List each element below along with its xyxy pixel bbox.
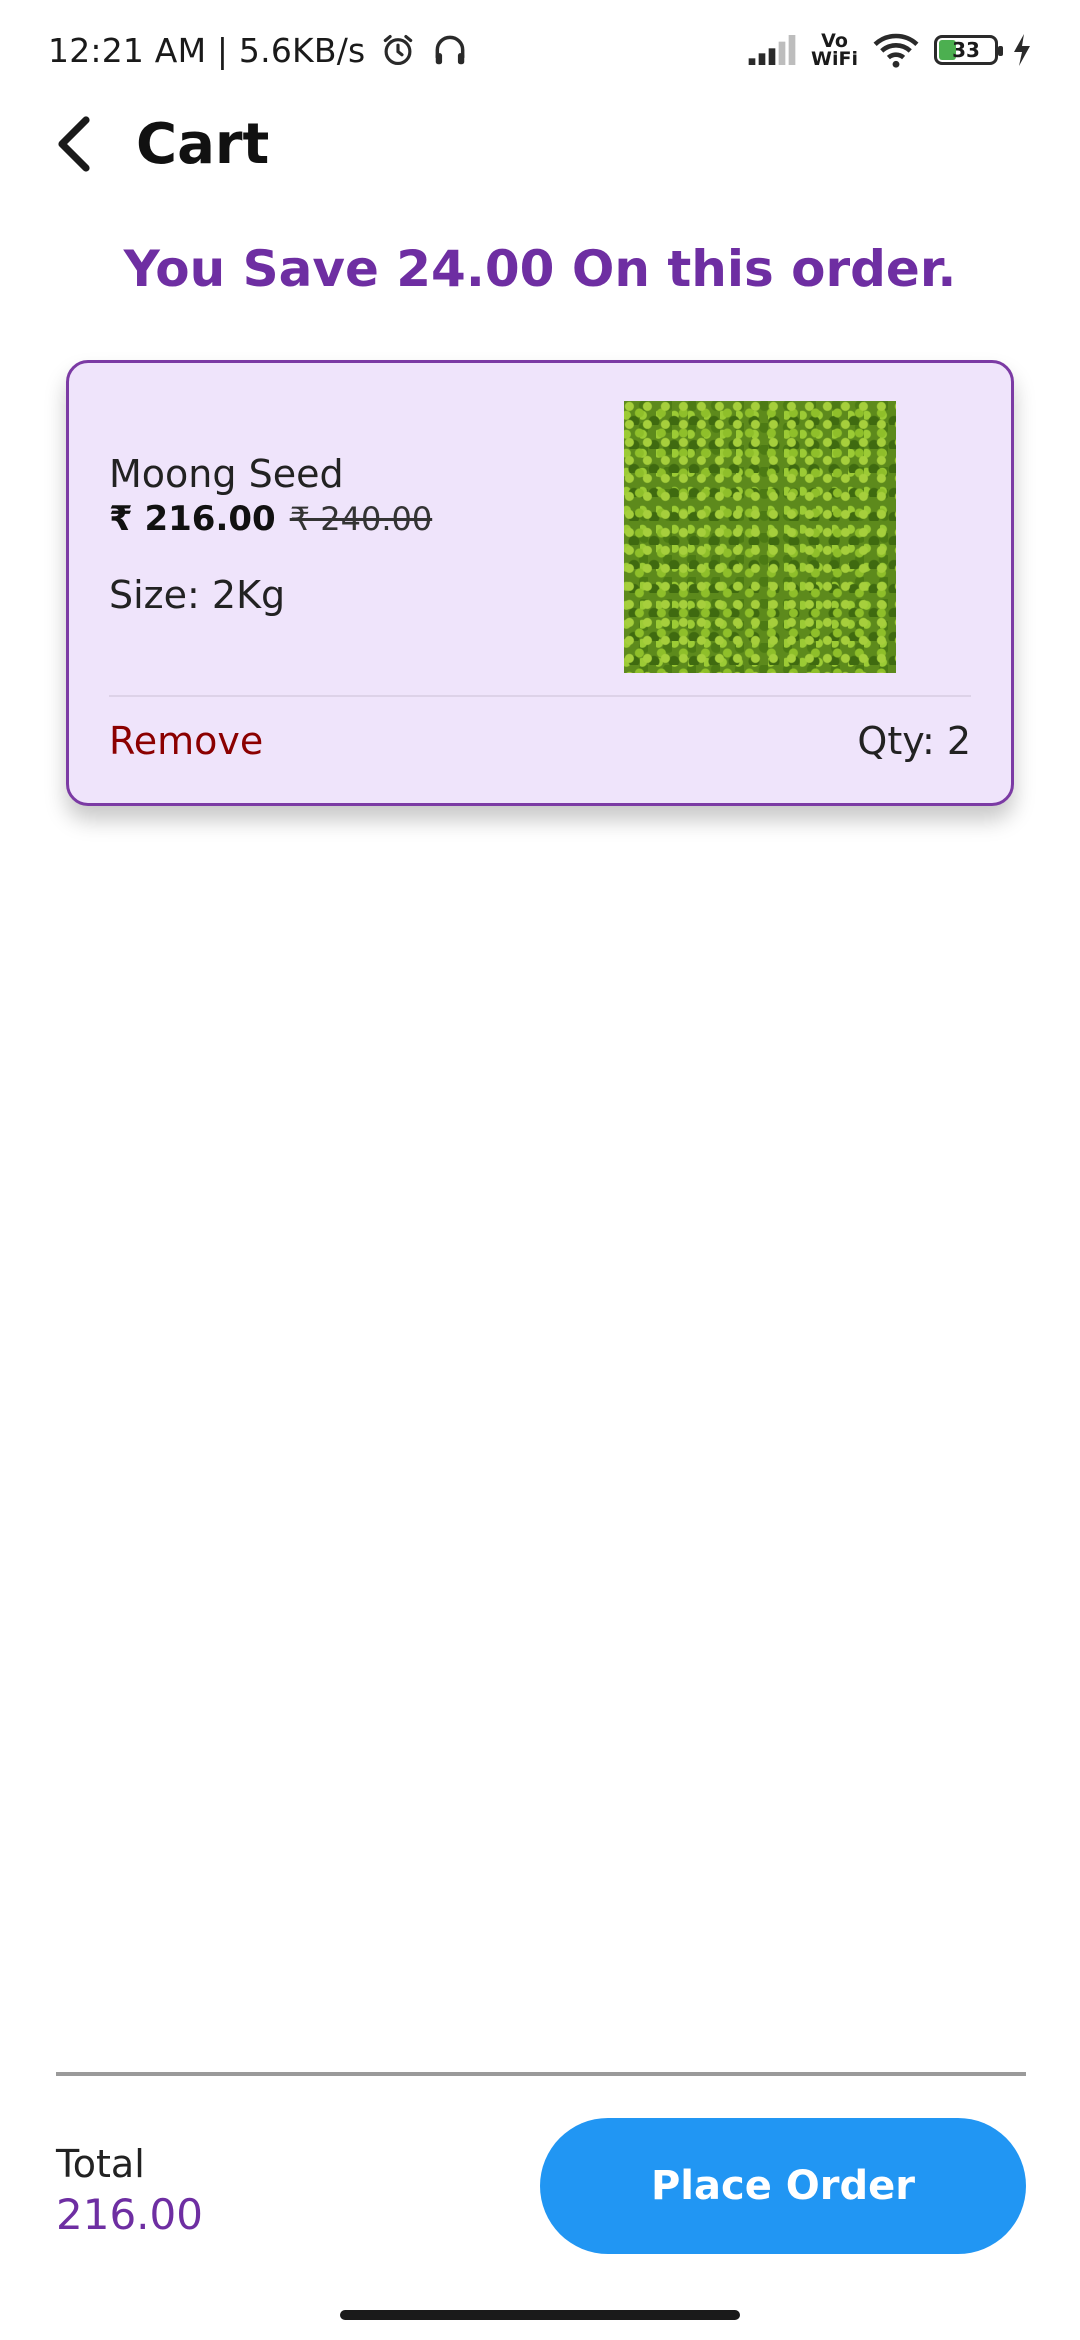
card-divider: [109, 695, 971, 697]
place-order-button[interactable]: Place Order: [540, 2118, 1026, 2254]
cart-item-card: Moong Seed ₹ 216.00 ₹ 240.00 Size: 2Kg R…: [66, 360, 1014, 806]
total-value: 216.00: [56, 2190, 203, 2239]
headphones-icon: [431, 31, 469, 69]
app-bar: Cart: [0, 100, 1080, 188]
alarm-icon: [379, 31, 417, 69]
status-bar: 12:21 AM | 5.6KB/s Vo WiFi 33: [0, 0, 1080, 100]
bottom-divider: [56, 2072, 1026, 2076]
vowifi-bottom: WiFi: [811, 48, 858, 70]
savings-banner: You Save 24.00 On this order.: [123, 240, 957, 298]
charging-icon: [1012, 34, 1032, 66]
price-current: ₹ 216.00: [109, 499, 276, 539]
price-original: ₹ 240.00: [289, 500, 433, 538]
status-time: 12:21 AM | 5.6KB/s: [48, 30, 366, 70]
signal-icon: [747, 33, 797, 67]
wifi-icon: [872, 31, 920, 69]
battery-level: 33: [952, 38, 980, 62]
product-image: [624, 401, 896, 673]
battery-icon: 33: [934, 35, 1003, 65]
product-size: Size: 2Kg: [109, 573, 286, 617]
product-name: Moong Seed: [109, 452, 344, 496]
status-right: Vo WiFi 33: [747, 31, 1032, 69]
price-row: ₹ 216.00 ₹ 240.00: [109, 497, 649, 541]
chevron-left-icon: [58, 116, 90, 172]
cart-item-info: Moong Seed ₹ 216.00 ₹ 240.00 Size: 2Kg: [109, 451, 649, 617]
total-label: Total: [56, 2142, 145, 2186]
quantity-label: Qty: 2: [857, 719, 971, 763]
vowifi-indicator: Vo WiFi: [811, 32, 858, 70]
home-indicator[interactable]: [340, 2310, 740, 2320]
status-left: 12:21 AM | 5.6KB/s: [48, 31, 469, 70]
total-block: Total 216.00: [56, 2140, 203, 2242]
page-title: Cart: [136, 111, 270, 177]
cart-screen: 12:21 AM | 5.6KB/s Vo WiFi 33 Cart You S…: [0, 0, 1080, 2340]
back-button[interactable]: [48, 116, 100, 172]
remove-button[interactable]: Remove: [109, 719, 263, 763]
